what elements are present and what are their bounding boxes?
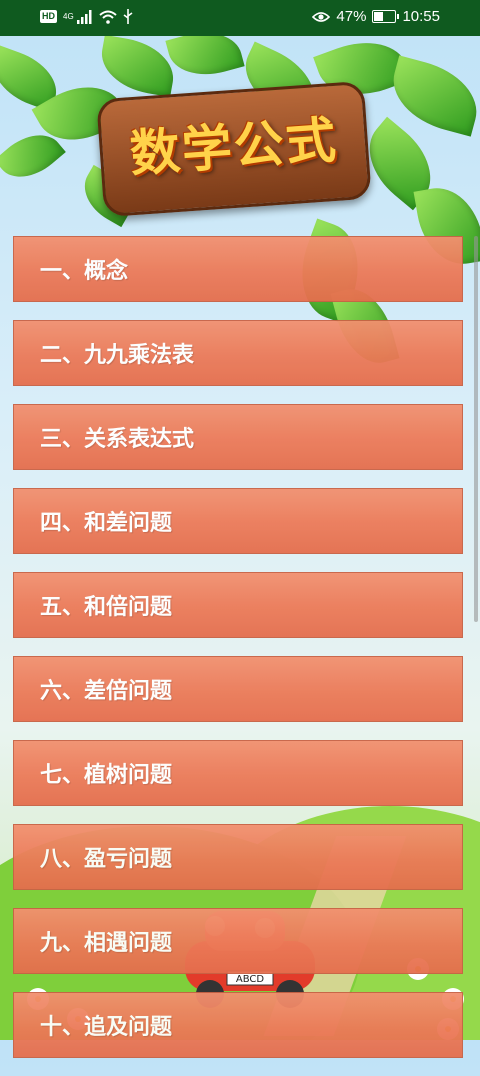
menu-item-label: 四、和差问题: [40, 511, 173, 536]
usb-icon: [123, 9, 133, 24]
menu-item-label: 三、关系表达式: [40, 427, 195, 452]
menu-item[interactable]: 二、九九乘法表: [13, 320, 463, 386]
menu-item-label: 五、和倍问题: [40, 595, 173, 620]
menu-item[interactable]: 七、植树问题: [13, 740, 463, 806]
menu-item-label: 十、追及问题: [40, 1015, 173, 1040]
menu-item-label: 九、相遇问题: [40, 931, 173, 956]
eye-icon: [312, 11, 331, 22]
menu-item[interactable]: 三、关系表达式: [13, 404, 463, 470]
wifi-icon: [99, 10, 117, 24]
status-left: HD 4G: [40, 9, 133, 24]
status-right: 47% 10:55: [312, 8, 440, 25]
hd-icon: HD: [40, 10, 57, 23]
menu-item-label: 六、差倍问题: [40, 679, 173, 704]
menu-item[interactable]: 一、概念: [13, 236, 463, 302]
battery-percent: 47%: [336, 8, 367, 25]
menu-item[interactable]: 六、差倍问题: [13, 656, 463, 722]
leaf-decoration: [383, 55, 480, 137]
menu-item[interactable]: 八、盈亏问题: [13, 824, 463, 890]
menu-item-label: 一、概念: [40, 259, 129, 284]
menu-item-label: 八、盈亏问题: [40, 847, 173, 872]
menu-list: 一、概念二、九九乘法表 三、关系表达式 四、和差问题 五、和倍问题 六、差倍问题 七、植树…: [13, 236, 465, 1076]
menu-item[interactable]: 四、和差问题: [13, 488, 463, 554]
scrollbar[interactable]: [474, 236, 478, 622]
battery-icon: [372, 10, 400, 23]
menu-item-label: 二、九九乘法表: [40, 343, 195, 368]
menu-item[interactable]: 十、追及问题: [13, 992, 463, 1058]
leaf-decoration: [165, 36, 245, 85]
signal-icon: [76, 9, 92, 24]
clock: 10:55: [402, 8, 440, 25]
menu-item[interactable]: 九、相遇问题: [13, 908, 463, 974]
menu-item-label: 七、植树问题: [40, 763, 173, 788]
status-bar: HD 4G 47% 10:55: [0, 0, 480, 36]
network-type: 4G: [63, 12, 74, 21]
battery-fill: [374, 12, 383, 21]
title-sign: 数学公式: [96, 80, 372, 218]
page-title: 数学公式: [128, 110, 340, 184]
menu-item[interactable]: 五、和倍问题: [13, 572, 463, 638]
